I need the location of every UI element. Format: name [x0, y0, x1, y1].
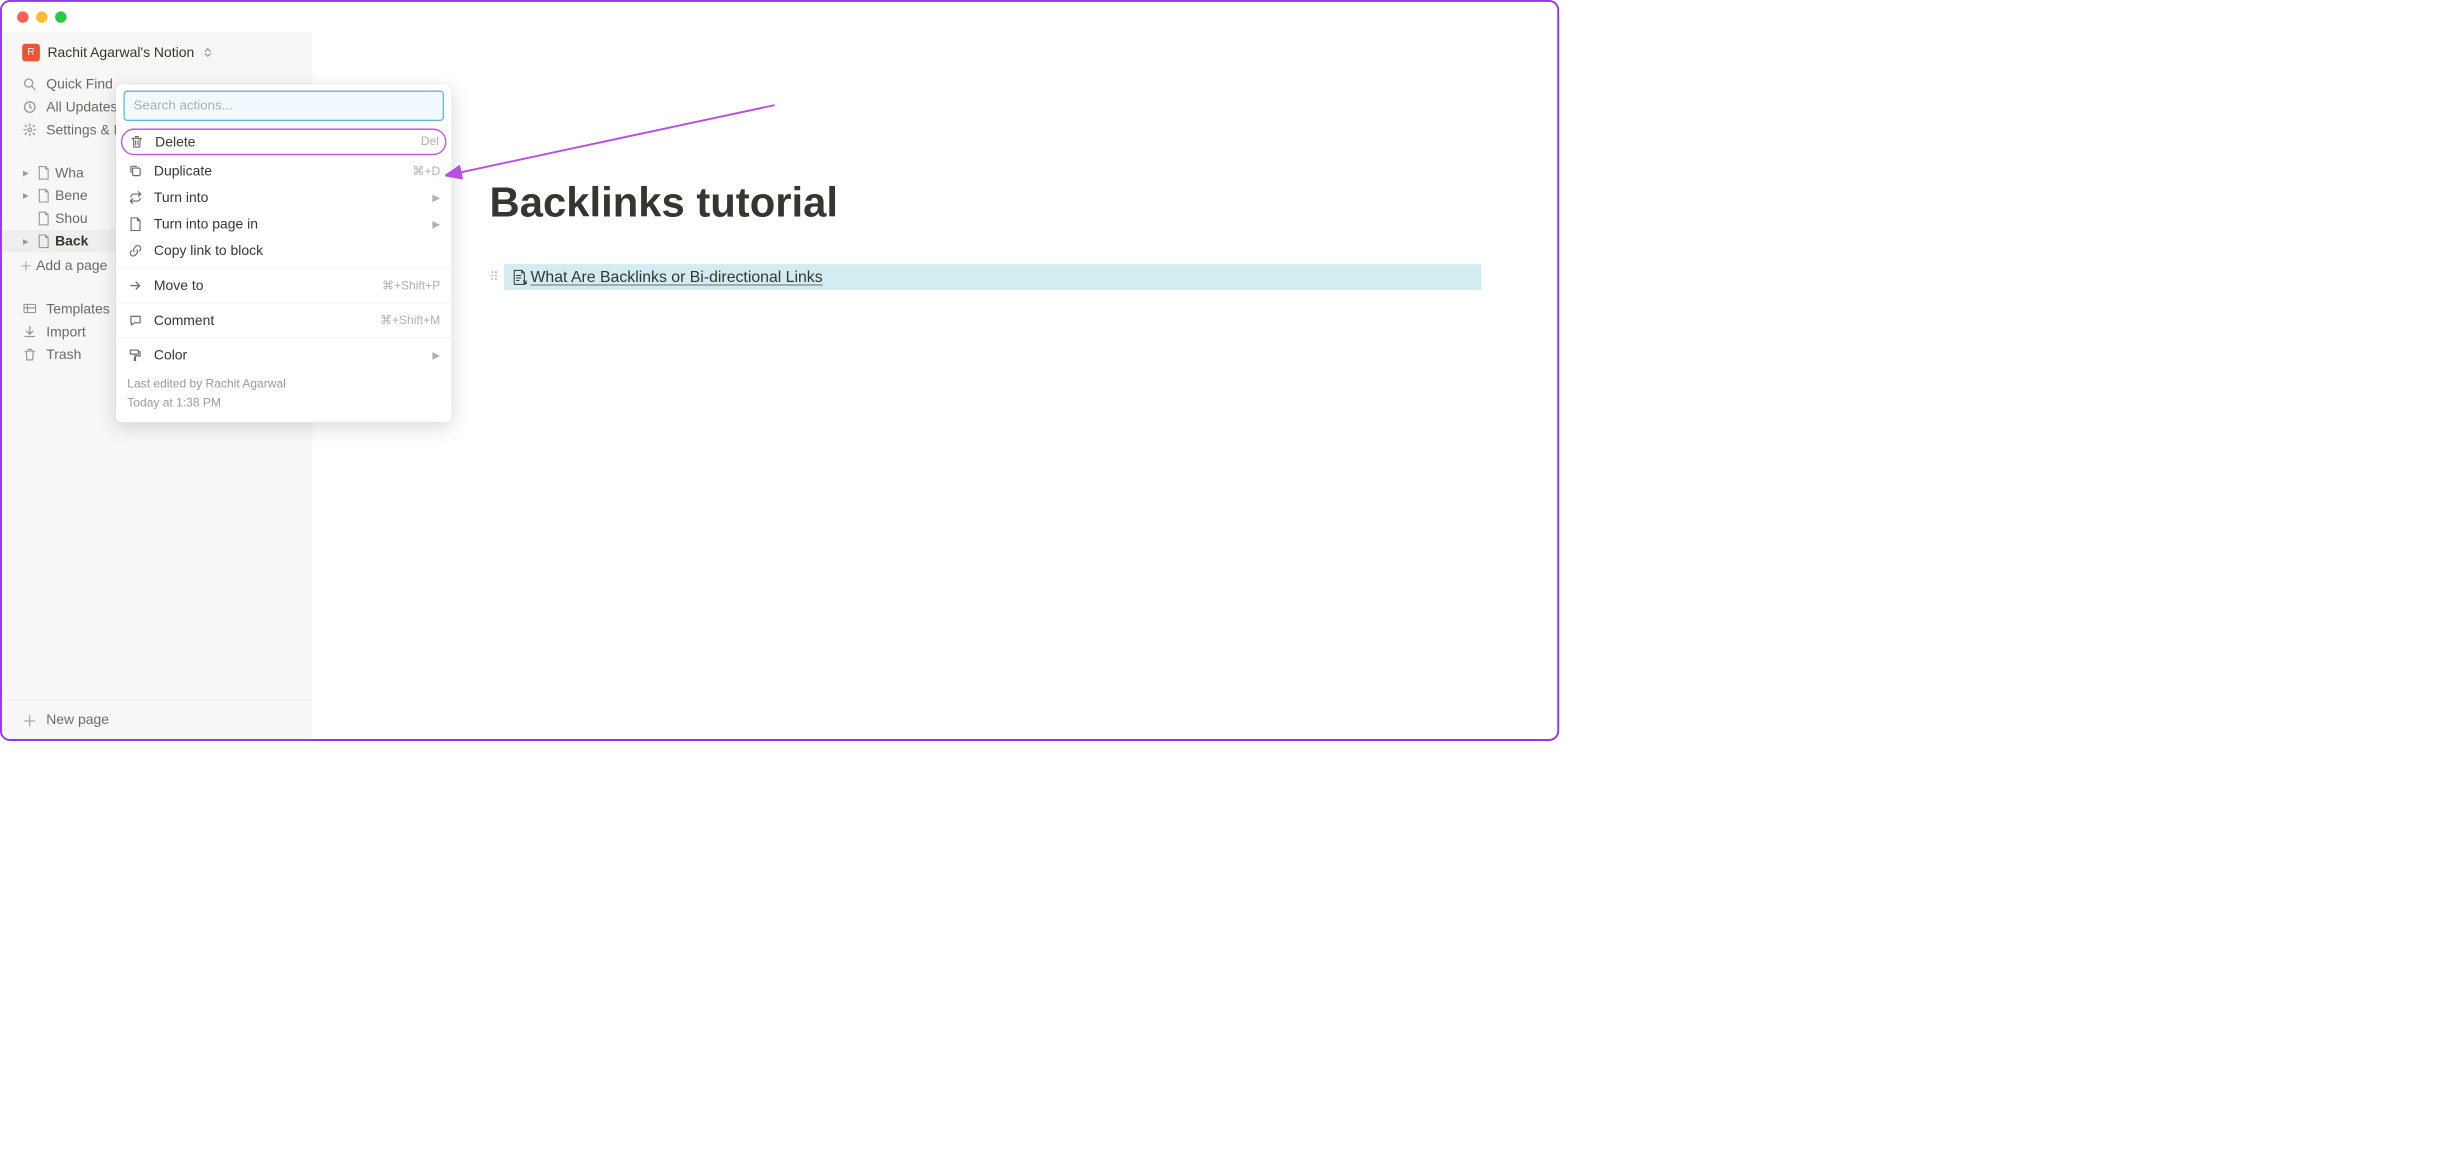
templates-label: Templates	[46, 301, 110, 317]
page-label: Shou	[55, 210, 88, 226]
link-icon	[127, 243, 143, 259]
import-label: Import	[46, 324, 85, 340]
add-page-label: Add a page	[36, 257, 107, 273]
block-actions-menu: Delete Del Duplicate ⌘+D Turn into ▶ Tur…	[116, 84, 452, 422]
trash-icon	[22, 347, 37, 362]
paint-roller-icon	[127, 347, 143, 363]
toggle-triangle-icon[interactable]: ▶	[20, 237, 33, 246]
workspace-switcher[interactable]: R Rachit Agarwal's Notion	[2, 39, 312, 72]
chevron-right-icon: ▶	[432, 218, 440, 231]
page-link-text: What Are Backlinks or Bi-directional Lin…	[530, 268, 822, 286]
menu-label: Delete	[155, 134, 411, 150]
app-window: R Rachit Agarwal's Notion Quick Find All…	[0, 0, 1559, 741]
menu-label: Turn into page in	[154, 216, 422, 232]
menu-shortcut: ⌘+Shift+P	[382, 278, 440, 293]
comment-action[interactable]: Comment ⌘+Shift+M	[116, 307, 452, 334]
quick-find-label: Quick Find	[46, 76, 113, 92]
menu-label: Duplicate	[154, 163, 402, 179]
menu-shortcut: Del	[421, 135, 439, 149]
divider	[116, 268, 452, 269]
menu-shortcut: ⌘+D	[412, 164, 440, 179]
copy-link-action[interactable]: Copy link to block	[116, 237, 452, 264]
page-icon	[36, 189, 51, 203]
minimize-window-button[interactable]	[36, 11, 47, 22]
trash-label: Trash	[46, 346, 81, 362]
page-icon	[127, 216, 143, 232]
menu-footer: Last edited by Rachit Agarwal Today at 1…	[116, 369, 452, 414]
main-content: Backlinks tutorial ⠿ What Are Backlinks …	[312, 32, 1557, 739]
titlebar	[2, 2, 1557, 32]
maximize-window-button[interactable]	[55, 11, 66, 22]
turn-into-action[interactable]: Turn into ▶	[116, 184, 452, 211]
edited-by-text: Last edited by Rachit Agarwal	[127, 375, 440, 394]
menu-shortcut: ⌘+Shift+M	[380, 313, 440, 328]
toggle-triangle-icon[interactable]: ▶	[20, 191, 33, 200]
transform-icon	[127, 189, 143, 205]
page-title[interactable]: Backlinks tutorial	[490, 178, 1482, 226]
workspace-avatar: R	[22, 44, 40, 62]
page-label: Back	[55, 233, 88, 249]
search-icon	[22, 77, 37, 92]
edited-time-text: Today at 1:38 PM	[127, 394, 440, 413]
plus-icon: ＋	[22, 712, 37, 727]
divider	[116, 303, 452, 304]
menu-label: Comment	[154, 312, 370, 328]
close-window-button[interactable]	[17, 11, 28, 22]
workspace-name: Rachit Agarwal's Notion	[47, 44, 194, 60]
divider	[116, 338, 452, 339]
toggle-triangle-icon[interactable]: ▶	[20, 168, 33, 177]
comment-icon	[127, 312, 143, 328]
page-icon	[36, 166, 51, 180]
plus-icon: ＋	[20, 256, 33, 274]
page-label: Bene	[55, 187, 88, 203]
menu-label: Copy link to block	[154, 243, 440, 259]
gear-icon	[22, 122, 37, 137]
move-to-action[interactable]: Move to ⌘+Shift+P	[116, 272, 452, 299]
new-page-label: New page	[46, 711, 109, 727]
all-updates-label: All Updates	[46, 99, 117, 115]
color-action[interactable]: Color ▶	[116, 342, 452, 369]
duplicate-action[interactable]: Duplicate ⌘+D	[116, 158, 452, 185]
chevron-updown-icon	[203, 47, 212, 57]
page-link-icon	[511, 269, 526, 285]
menu-label: Turn into	[154, 189, 422, 205]
download-icon	[22, 324, 37, 339]
page-icon	[36, 234, 51, 248]
duplicate-icon	[127, 163, 143, 179]
turn-into-page-action[interactable]: Turn into page in ▶	[116, 211, 452, 238]
block-row: ⠿ What Are Backlinks or Bi-directional L…	[490, 264, 1482, 290]
menu-label: Color	[154, 347, 422, 363]
page-link-block[interactable]: What Are Backlinks or Bi-directional Lin…	[504, 264, 1481, 290]
arrow-right-icon	[127, 277, 143, 293]
menu-label: Move to	[154, 277, 372, 293]
search-actions-input[interactable]	[123, 91, 443, 121]
delete-action[interactable]: Delete Del	[121, 129, 447, 156]
drag-handle-icon[interactable]: ⠿	[490, 269, 498, 285]
chevron-right-icon: ▶	[432, 191, 440, 204]
trash-icon	[129, 134, 145, 150]
clock-icon	[22, 99, 37, 114]
page-label: Wha	[55, 165, 84, 181]
page-icon	[36, 212, 51, 226]
chevron-right-icon: ▶	[432, 349, 440, 362]
templates-icon	[22, 301, 37, 316]
new-page-button[interactable]: ＋ New page	[2, 699, 312, 739]
